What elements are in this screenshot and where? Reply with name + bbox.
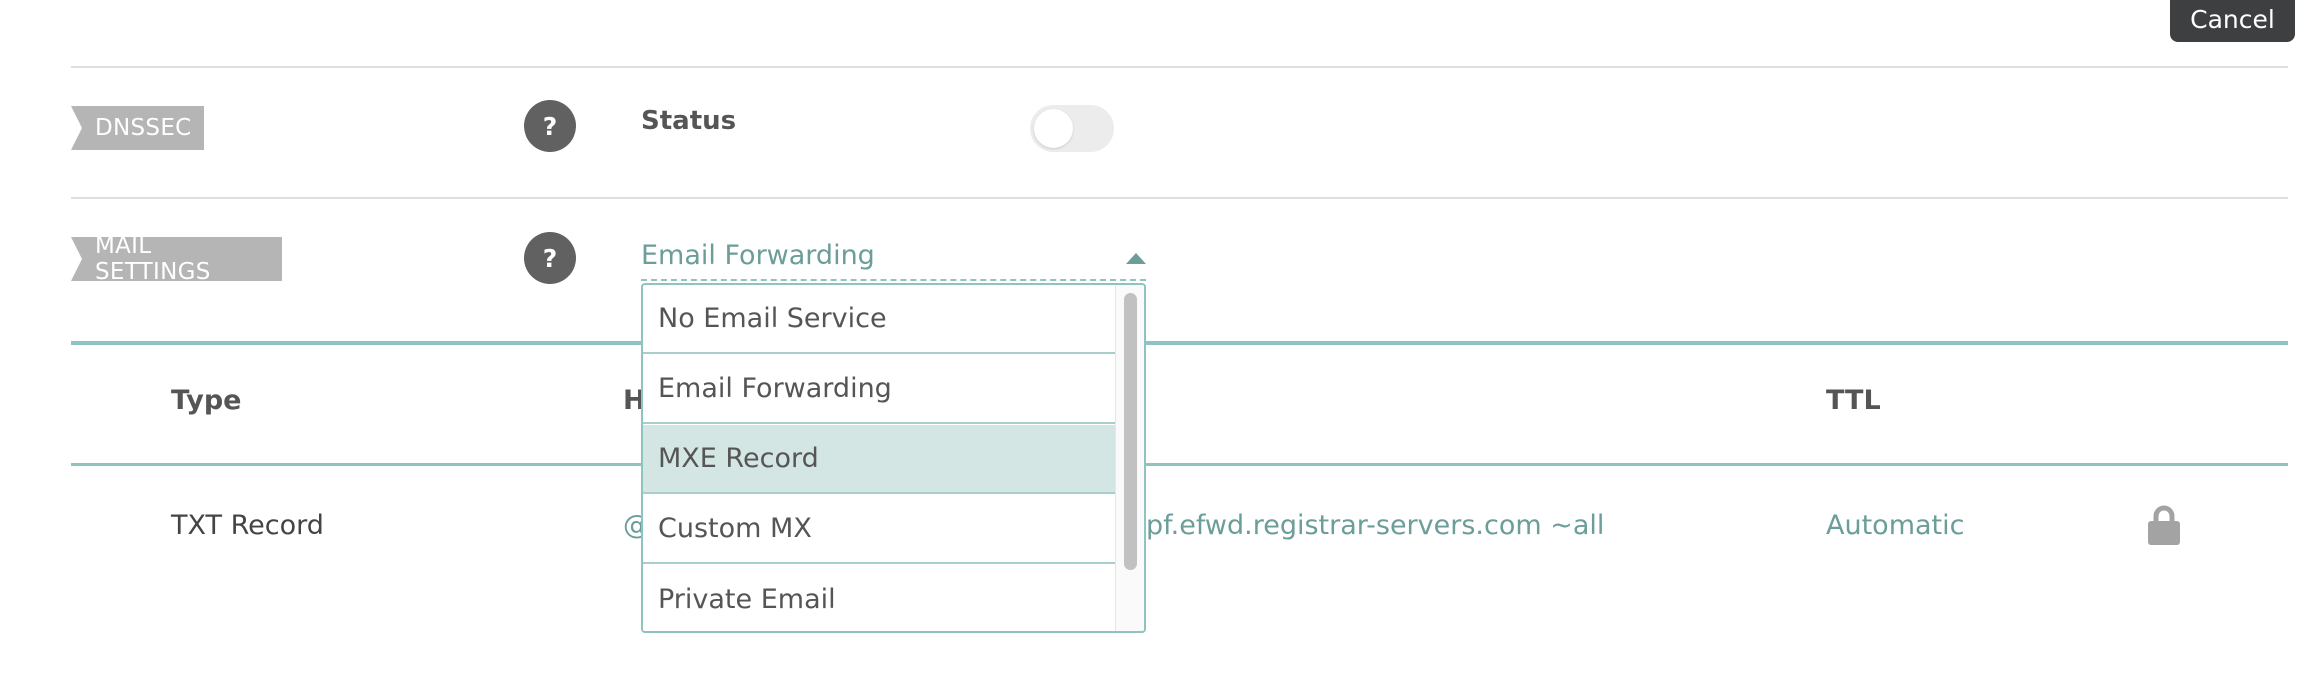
dropdown-scrollbar-thumb[interactable] (1124, 293, 1137, 570)
toggle-knob (1034, 109, 1073, 148)
dropdown-option-custom-mx[interactable]: Custom MX (643, 495, 1117, 564)
dnssec-tag-label: DNSSEC (95, 115, 192, 141)
dropdown-option-private-email[interactable]: Private Email (643, 565, 1117, 631)
dnssec-status-toggle[interactable] (1030, 105, 1114, 152)
record-type: TXT Record (171, 510, 324, 541)
dropdown-option-no-email-service[interactable]: No Email Service (643, 285, 1117, 354)
mail-settings-select[interactable]: Email Forwarding (641, 236, 1146, 281)
table-top-border (71, 341, 2288, 345)
divider (71, 66, 2288, 68)
mail-settings-tag: MAIL SETTINGS (71, 233, 282, 285)
mail-settings-help-icon[interactable]: ? (524, 232, 576, 284)
mail-settings-selected-value: Email Forwarding (641, 240, 875, 271)
dnssec-tag: DNSSEC (71, 106, 204, 150)
record-ttl: Automatic (1826, 510, 1965, 541)
dnssec-help-icon[interactable]: ? (524, 100, 576, 152)
mail-settings-dropdown-list[interactable]: No Email Service Email Forwarding MXE Re… (641, 283, 1146, 633)
dropdown-scrollbar[interactable] (1115, 285, 1144, 631)
dropdown-option-email-forwarding[interactable]: Email Forwarding (643, 355, 1117, 424)
help-glyph: ? (542, 111, 558, 141)
lock-icon (2148, 505, 2180, 545)
dnssec-status-label: Status (641, 106, 737, 136)
mail-settings-tag-label: MAIL SETTINGS (95, 233, 211, 285)
record-value: pf.efwd.registrar-servers.com ~all (1146, 510, 1605, 541)
table-header-border (71, 463, 2288, 466)
cancel-button[interactable]: Cancel (2170, 0, 2295, 42)
help-glyph: ? (542, 243, 558, 273)
column-header-type: Type (171, 385, 242, 416)
caret-up-icon[interactable] (1126, 253, 1146, 264)
divider (71, 197, 2288, 199)
dropdown-option-mxe-record[interactable]: MXE Record (643, 425, 1117, 494)
column-header-ttl: TTL (1826, 385, 1881, 416)
